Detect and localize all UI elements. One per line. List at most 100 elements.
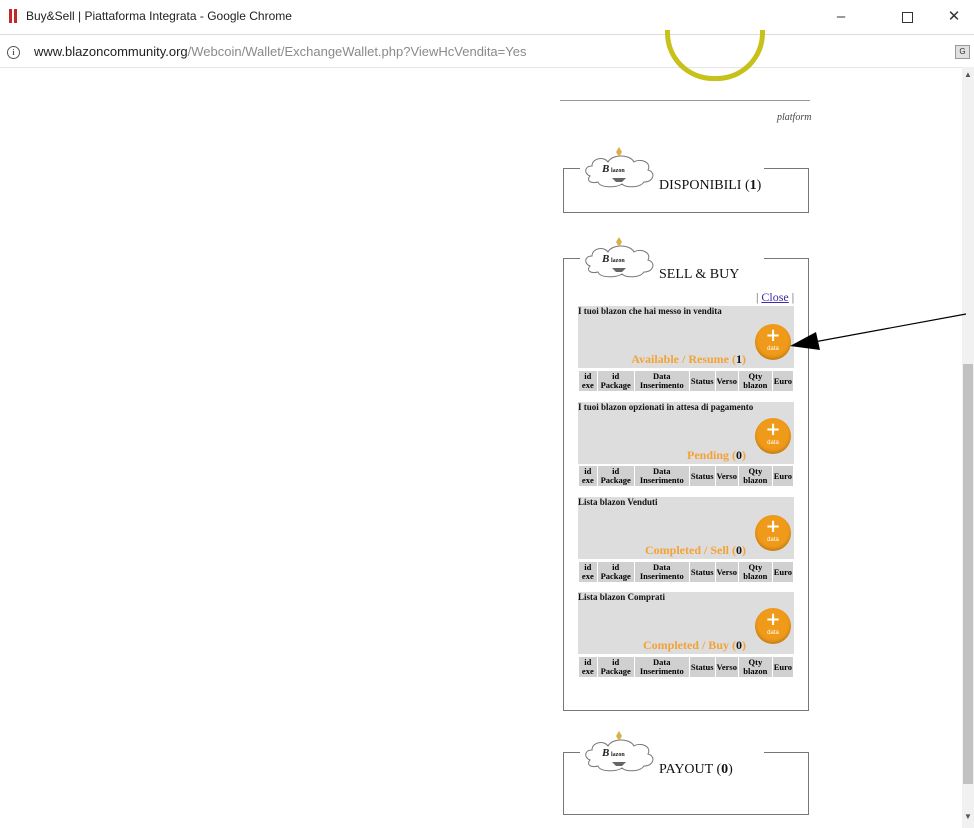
- section-caption: I tuoi blazon opzionati in attesa di pag…: [578, 402, 754, 412]
- column-header: Verso: [715, 562, 738, 582]
- column-header: id Package: [597, 466, 634, 486]
- close-window-button[interactable]: ✕: [934, 4, 974, 30]
- column-header: id exe: [579, 466, 597, 486]
- status-label: Completed / Buy: [642, 638, 729, 652]
- column-header: Qty blazon: [739, 371, 772, 391]
- scroll-thumb[interactable]: [963, 364, 973, 784]
- disponibili-label: DISPONIBILI: [659, 178, 742, 193]
- close-area: | Close |: [756, 290, 795, 304]
- column-header: id Package: [597, 371, 634, 391]
- available-table: id exe id Package Data Inserimento Status Ve…: [578, 370, 794, 392]
- panel-border: [764, 168, 808, 169]
- annotation-arrow-icon: [790, 313, 967, 350]
- column-header: Status: [689, 371, 715, 391]
- payout-count: 0: [721, 762, 729, 777]
- info-icon[interactable]: i: [7, 46, 20, 59]
- scroll-down-arrow-icon[interactable]: ▼: [962, 811, 974, 823]
- pending-table: id exe id Package Data Inserimento Status Ve…: [578, 465, 794, 487]
- table-header-row: id exe id Package Data Inserimento Status Ve…: [579, 562, 793, 582]
- payout-title[interactable]: PAYOUT (0): [659, 762, 733, 778]
- column-header: Data Inserimento: [634, 371, 689, 391]
- app-icon: [9, 9, 18, 23]
- plus-icon: +: [765, 419, 781, 440]
- column-header: Euro: [772, 562, 793, 582]
- completed-sell-table: id exe id Package Data Inserimento Status Ve…: [578, 561, 794, 583]
- plus-icon: +: [765, 325, 781, 346]
- column-header: Status: [689, 562, 715, 582]
- url-text[interactable]: www.blazoncommunity.org/Webcoin/Wallet/E…: [34, 44, 526, 59]
- sell-buy-title: SELL & BUY: [659, 267, 740, 282]
- data-button-label: data: [767, 440, 779, 446]
- status-label: Available / Resume: [631, 352, 729, 366]
- blazon-logo-icon: [585, 146, 654, 188]
- status-count: 0: [736, 448, 742, 462]
- column-header: Qty blazon: [739, 466, 772, 486]
- plus-icon: +: [765, 516, 781, 537]
- payout-panel: PAYOUT (0): [563, 730, 809, 815]
- column-header: Verso: [715, 466, 738, 486]
- add-data-button[interactable]: + data: [755, 418, 791, 454]
- section-completed-buy: Lista blazon Comprati Completed / Buy (0…: [578, 592, 794, 654]
- window-title: Buy&Sell | Piattaforma Integrata - Googl…: [26, 9, 292, 23]
- column-header: id exe: [579, 371, 597, 391]
- section-pending: I tuoi blazon opzionati in attesa di pag…: [578, 402, 794, 464]
- column-header: Status: [689, 657, 715, 677]
- panel-border: [564, 752, 580, 753]
- status-count: 0: [736, 638, 742, 652]
- completed-buy-table: id exe id Package Data Inserimento Status Ve…: [578, 656, 794, 678]
- column-header: id exe: [579, 657, 597, 677]
- scroll-up-arrow-icon[interactable]: ▲: [962, 69, 974, 81]
- add-data-button[interactable]: + data: [755, 608, 791, 644]
- status-count: 0: [736, 543, 742, 557]
- section-status: Available / Resume (1): [631, 352, 746, 366]
- column-header: Data Inserimento: [634, 562, 689, 582]
- address-bar[interactable]: i www.blazoncommunity.org/Webcoin/Wallet…: [0, 35, 974, 68]
- status-label: Pending: [686, 448, 729, 462]
- blazon-logo-icon: [585, 730, 654, 772]
- table-header-row: id exe id Package Data Inserimento Status Ve…: [579, 466, 793, 486]
- column-header: id Package: [597, 657, 634, 677]
- disponibili-count: 1: [749, 178, 757, 193]
- column-header: Qty blazon: [739, 657, 772, 677]
- divider: [560, 100, 810, 101]
- column-header: Euro: [772, 466, 793, 486]
- section-available: I tuoi blazon che hai messo in vendita A…: [578, 306, 794, 368]
- table-header-row: id exe id Package Data Inserimento Status Ve…: [579, 657, 793, 677]
- section-caption: Lista blazon Venduti: [578, 497, 658, 507]
- status-count: 1: [736, 352, 742, 366]
- column-header: Status: [689, 466, 715, 486]
- minimize-button[interactable]: –: [821, 4, 861, 30]
- section-completed-sell: Lista blazon Venduti Completed / Sell (0…: [578, 497, 794, 559]
- section-caption: I tuoi blazon che hai messo in vendita: [578, 306, 722, 316]
- data-button-label: data: [767, 537, 779, 543]
- plus-icon: +: [765, 609, 781, 630]
- column-header: id exe: [579, 562, 597, 582]
- logo-ring: [665, 30, 765, 81]
- column-header: id Package: [597, 562, 634, 582]
- close-link[interactable]: Close: [761, 290, 788, 304]
- section-status: Completed / Buy (0): [642, 638, 746, 652]
- add-data-button[interactable]: + data: [755, 324, 791, 360]
- panel-border: [764, 752, 808, 753]
- url-path: /Webcoin/Wallet/ExchangeWallet.php?ViewH…: [187, 44, 527, 59]
- translate-icon[interactable]: G: [955, 45, 970, 59]
- platform-label: platform: [777, 112, 812, 123]
- column-header: Euro: [772, 371, 793, 391]
- maximize-icon: [901, 11, 913, 23]
- panel-border: [564, 258, 580, 259]
- data-button-label: data: [767, 630, 779, 636]
- column-header: Qty blazon: [739, 562, 772, 582]
- add-data-button[interactable]: + data: [755, 515, 791, 551]
- column-header: Data Inserimento: [634, 466, 689, 486]
- url-host: www.blazoncommunity.org: [34, 44, 188, 59]
- section-status: Pending (0): [686, 448, 746, 462]
- blazon-logo-icon: [585, 236, 654, 278]
- disponibili-title[interactable]: DISPONIBILI (1): [659, 178, 761, 194]
- status-label: Completed / Sell: [645, 543, 729, 557]
- vertical-scrollbar[interactable]: ▲ ▼: [962, 67, 974, 828]
- data-button-label: data: [767, 346, 779, 352]
- panel-border: [564, 168, 580, 169]
- disponibili-panel: DISPONIBILI (1): [563, 146, 809, 213]
- maximize-button[interactable]: [887, 4, 927, 30]
- table-header-row: id exe id Package Data Inserimento Status Ve…: [579, 371, 793, 391]
